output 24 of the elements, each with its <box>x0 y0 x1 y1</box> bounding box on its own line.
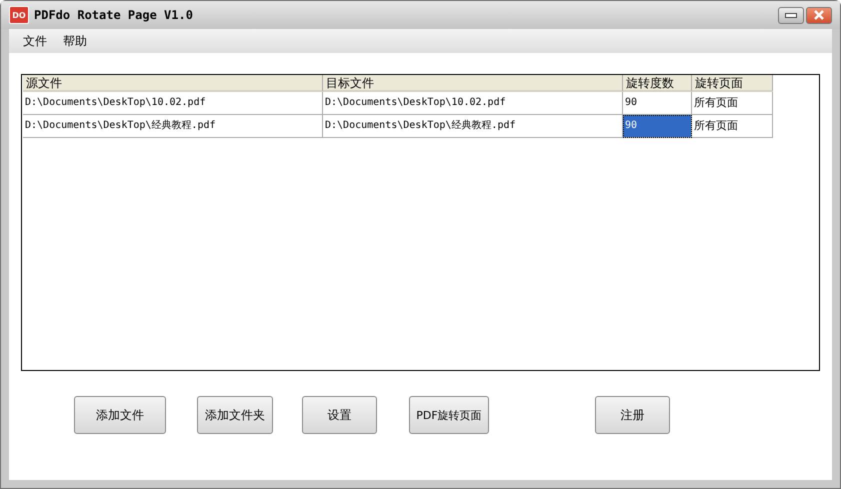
action-button[interactable]: 添加文件夹 <box>197 396 273 434</box>
app-logo-icon: DO <box>9 6 29 24</box>
action-button[interactable]: PDF旋转页面 <box>409 396 489 434</box>
menu-item[interactable]: 文件 <box>15 32 55 50</box>
close-button[interactable] <box>806 6 832 24</box>
column-header[interactable]: 目标文件 <box>323 75 623 92</box>
table-cell[interactable]: D:\Documents\DeskTop\10.02.pdf <box>323 92 623 115</box>
action-button[interactable]: 注册 <box>595 396 670 434</box>
table-cell[interactable]: 所有页面 <box>692 92 773 115</box>
minimize-button[interactable] <box>778 6 804 24</box>
action-button[interactable]: 添加文件 <box>74 396 166 434</box>
menu-item[interactable]: 帮助 <box>55 32 95 50</box>
table-cell[interactable]: 所有页面 <box>692 115 773 138</box>
column-header[interactable]: 源文件 <box>23 75 323 92</box>
column-header[interactable]: 旋转页面 <box>692 75 773 92</box>
table-cell[interactable]: D:\Documents\DeskTop\10.02.pdf <box>23 92 323 115</box>
table-cell[interactable]: D:\Documents\DeskTop\经典教程.pdf <box>23 115 323 138</box>
action-button[interactable]: 设置 <box>302 396 377 434</box>
minimize-icon <box>785 12 797 18</box>
close-icon <box>813 10 825 20</box>
column-header[interactable]: 旋转度数 <box>623 75 692 92</box>
table-cell[interactable]: 90 <box>623 115 692 138</box>
window-title: PDFdo Rotate Page V1.0 <box>34 8 194 22</box>
table-cell[interactable]: D:\Documents\DeskTop\经典教程.pdf <box>323 115 623 138</box>
